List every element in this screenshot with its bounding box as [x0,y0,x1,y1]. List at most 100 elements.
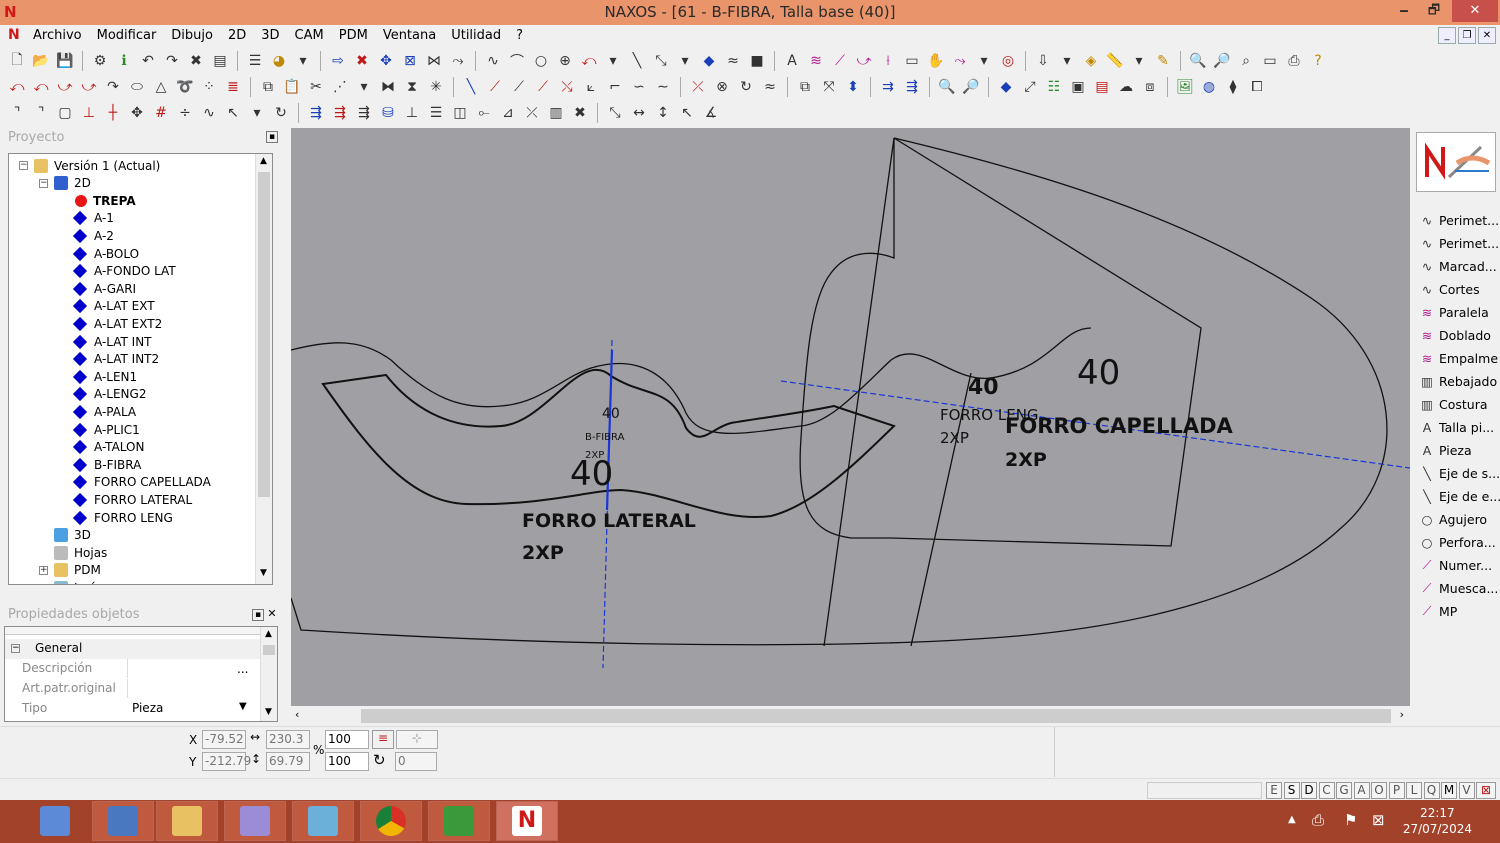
tool-rebajado[interactable]: ▥ Rebajado [1418,371,1497,391]
status-toggle[interactable]: S [1283,782,1300,799]
import-icon[interactable]: ⇩ [1032,50,1054,72]
tool-agujero[interactable]: ○ Agujero [1418,509,1488,529]
array-icon[interactable]: ⋰ [329,76,351,98]
scroll-thumb[interactable] [258,172,270,497]
dropdown-icon[interactable]: ▾ [674,50,696,72]
segment-icon[interactable]: ⟋ [484,76,506,98]
tool-costura[interactable]: ▥ Costura [1418,394,1487,414]
drawing-canvas[interactable]: 40 B-FIBRA 2XP 40 FORRO LATERAL 2XP 40 FORRO LE… [291,128,1410,706]
tool-marcad[interactable]: ∿ Marcad... [1418,256,1497,276]
arc-tool-icon[interactable]: ⤺ [30,76,52,98]
redo-icon[interactable]: ↷ [161,50,183,72]
trim-icon[interactable]: ⟋ [532,76,554,98]
palette-icon[interactable]: ◕ [268,50,290,72]
cad-task[interactable] [428,801,490,841]
status-toggle[interactable]: D [1301,782,1317,799]
tree-item[interactable]: Hojas [39,544,107,561]
nodes-icon[interactable]: ⁘ [198,76,220,98]
frame-icon[interactable]: ▥ [545,102,567,124]
tree-item[interactable]: A-BOLO [72,245,139,262]
dropdown-icon[interactable]: ▾ [292,50,314,72]
step-icon[interactable]: ⌐ [604,76,626,98]
arc-tool-icon[interactable]: ⤻ [54,76,76,98]
undo-icon[interactable]: ↶ [137,50,159,72]
explorer-task[interactable] [92,801,154,841]
folder-task[interactable] [156,801,218,841]
close-button[interactable]: ✕ [1452,0,1498,22]
cloud-icon[interactable]: ☁ [1115,76,1137,98]
tree-item[interactable]: TREPA [75,192,136,209]
copy-icon[interactable]: ⧉ [257,76,279,98]
arc-tool-icon[interactable]: ⤻ [78,76,100,98]
tree-item[interactable]: B-FIBRA [72,456,141,473]
delete-icon[interactable]: ✖ [185,50,207,72]
menu-ventana[interactable]: Ventana [383,28,436,43]
tree-item[interactable]: FORRO LENG [72,509,173,526]
erase-icon[interactable]: ✖ [351,50,373,72]
hash-icon[interactable]: # [150,102,172,124]
measure-icon[interactable]: ▭ [1259,50,1281,72]
tree-item[interactable]: Imágenes [39,579,133,584]
group-icon[interactable]: ⧠ [1246,76,1268,98]
node-icon[interactable]: ◆ [995,76,1017,98]
x-coordinate-field[interactable]: -79.52 [202,730,246,749]
table-icon[interactable]: ☰ [425,102,447,124]
tree-item[interactable]: FORRO LATERAL [72,491,192,508]
height-field[interactable]: 69.79 [266,752,310,771]
prop-value[interactable] [127,679,252,698]
scale-y-field[interactable]: 100 [325,752,369,771]
brush-icon[interactable]: ✎ [1152,50,1174,72]
send-icon[interactable]: ⤳ [447,50,469,72]
tree-scrollbar[interactable]: ▲ ▼ [255,154,272,584]
new-file-icon[interactable]: 🗋 [6,50,28,72]
segment-icon[interactable]: ╲ [460,76,482,98]
prop-type-select[interactable]: Pieza [132,701,163,715]
props-scrollbar[interactable]: ▲ ▼ [260,627,277,721]
duplicate-icon[interactable]: ⧉ [794,76,816,98]
spline-icon[interactable]: ⌒ [506,50,528,72]
layers-icon[interactable]: ⧫ [1222,76,1244,98]
circle-icon[interactable]: ○ [530,50,552,72]
scroll-up-icon[interactable]: ▲ [260,156,267,166]
stack-icon[interactable]: ⧈ [1139,76,1161,98]
tree-item[interactable]: A-GARI [72,280,136,297]
pattern-icon[interactable]: ⇶ [305,102,327,124]
transfer-icon[interactable]: ⇉ [877,76,899,98]
tool-perimet[interactable]: ∿ Perimet... [1418,210,1499,230]
status-toggle[interactable]: A [1353,782,1370,799]
menu-3d[interactable]: 3D [261,28,279,43]
tool-mp[interactable]: ⟋ MP [1418,601,1458,621]
cross-icon[interactable]: ┼ [102,102,124,124]
network-icon[interactable]: ⊠ [1372,811,1385,829]
image-icon[interactable]: 🖼 [1174,76,1196,98]
zoom-in-icon[interactable]: 🔍 [936,76,958,98]
polyline-icon[interactable]: ⤡ [650,50,672,72]
smooth-icon[interactable]: ∿ [198,102,220,124]
mdi-minimize-button[interactable]: _ [1438,27,1456,44]
link-icon[interactable]: ⤫ [521,102,543,124]
scroll-thumb[interactable] [361,709,1391,723]
angle-field[interactable]: 0 [395,752,437,771]
pattern-icon[interactable]: ⇶ [353,102,375,124]
panel-pin-icon[interactable]: ▪ [266,131,278,143]
tray-expand-icon[interactable]: ▲ [1288,814,1296,825]
columns-icon[interactable]: ◫ [449,102,471,124]
offset-icon[interactable]: ⟜ [473,102,495,124]
prop-row[interactable]: Descripción ... [5,659,261,679]
move-icon[interactable]: ✥ [375,50,397,72]
tree-item[interactable]: A-PALA [72,403,136,420]
tree-item[interactable]: − Versión 1 (Actual) [19,157,160,174]
menu-dibujo[interactable]: Dibujo [171,28,213,43]
measure-icon[interactable]: ⤡ [604,102,626,124]
levels-icon[interactable]: ☷ [1043,76,1065,98]
mdi-close-button[interactable]: ✕ [1478,27,1496,44]
rotate-icon[interactable]: ⧗ [401,76,423,98]
status-toggle[interactable]: G [1336,782,1352,799]
system-clock[interactable]: 22:17 27/07/2024 [1403,805,1472,837]
menu-modificar[interactable]: Modificar [97,28,157,43]
width-field[interactable]: 230.3 [266,730,310,749]
status-toggle[interactable]: C [1318,782,1335,799]
tree-item[interactable]: A-LAT INT [72,333,152,350]
spiral-icon[interactable]: ➰ [174,76,196,98]
section-general[interactable]: − General [5,639,261,659]
